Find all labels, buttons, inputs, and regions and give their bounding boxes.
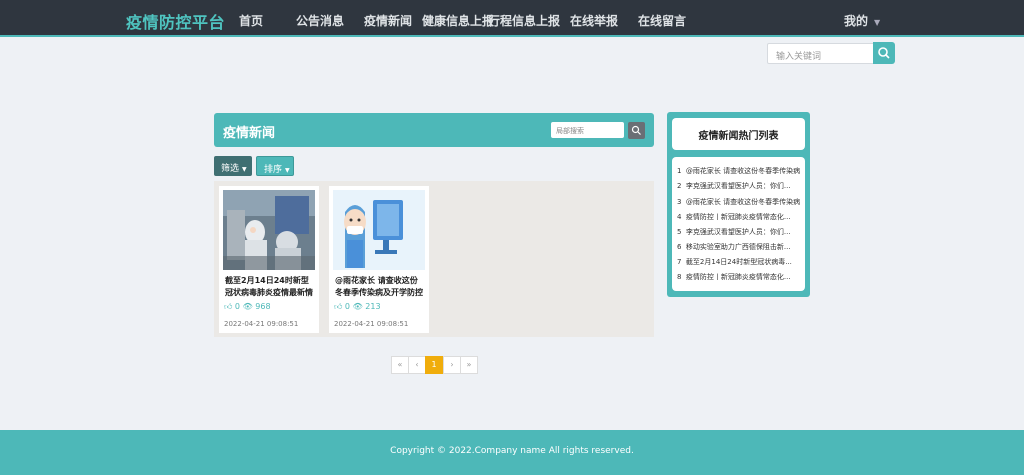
news-card[interactable]: 截至2月14日24时新型冠状病毒肺炎疫情最新情况 👍︎ 0 👁︎ 968 202… xyxy=(219,186,319,333)
hot-news-item[interactable]: 1 @雨花家长 请查收这份冬春季传染病 xyxy=(677,166,803,176)
sort-dropdown-button[interactable]: 排序 ▼ xyxy=(256,156,294,176)
news-card-date: 2022-04-21 09:08:51 xyxy=(334,320,409,328)
hot-item-number: 6 xyxy=(677,243,682,251)
pager-next[interactable]: › xyxy=(443,356,461,374)
hot-news-item[interactable]: 2 李克强武汉看望医护人员：你们... xyxy=(677,181,803,191)
thumbs-up-icon[interactable]: 👍︎ xyxy=(334,302,342,311)
search-icon xyxy=(878,47,890,59)
hot-item-text: @雨花家长 请查收这份冬春季传染病 xyxy=(685,198,801,206)
hot-item-number: 2 xyxy=(677,182,682,190)
copyright-text: Copyright © 2022.Company name All rights… xyxy=(390,446,634,456)
hot-item-text: @雨花家长 请查收这份冬春季传染病 xyxy=(685,167,801,175)
like-count: 0 xyxy=(344,302,351,311)
caret-down-icon: ▼ xyxy=(285,167,290,174)
eye-icon: 👁︎ xyxy=(352,302,363,311)
nav-item-health-report[interactable]: 健康信息上报 xyxy=(422,12,494,29)
local-search-input[interactable]: 局部搜索 xyxy=(551,122,624,138)
caret-down-icon: ▼ xyxy=(874,18,881,27)
filter-label: 筛选 xyxy=(221,164,240,174)
news-card-stats: 👍︎ 0 👁︎ 213 xyxy=(334,302,381,312)
hot-item-number: 3 xyxy=(677,198,682,206)
pager-first[interactable]: « xyxy=(391,356,409,374)
hot-news-item[interactable]: 8 疫情防控丨新冠肺炎疫情常态化... xyxy=(677,272,803,282)
hot-news-panel: 疫情新闻热门列表 1 @雨花家长 请查收这份冬春季传染病 2 李克强武汉看望医护… xyxy=(667,112,810,297)
hot-item-text: 疫情防控丨新冠肺炎疫情常态化... xyxy=(685,273,791,281)
hot-item-text: 李克强武汉看望医护人员：你们... xyxy=(685,228,791,236)
view-count: 968 xyxy=(255,302,271,311)
thumbs-up-icon[interactable]: 👍︎ xyxy=(224,302,232,311)
like-count: 0 xyxy=(234,302,241,311)
nav-item-message[interactable]: 在线留言 xyxy=(638,12,686,29)
hot-news-item[interactable]: 7 截至2月14日24时新型冠状病毒... xyxy=(677,257,803,267)
hot-news-item[interactable]: 6 移动实验室助力广西德保阻击新... xyxy=(677,242,803,252)
caret-down-icon: ▼ xyxy=(242,166,247,173)
hot-news-title: 疫情新闻热门列表 xyxy=(698,131,779,142)
hot-item-number: 4 xyxy=(677,213,682,221)
my-menu[interactable]: 我的 ▼ xyxy=(844,12,880,29)
hot-news-item[interactable]: 3 @雨花家长 请查收这份冬春季传染病 xyxy=(677,197,803,207)
hot-news-list: 1 @雨花家长 请查收这份冬春季传染病 2 李克强武汉看望医护人员：你们... … xyxy=(672,157,805,291)
search-button[interactable] xyxy=(873,42,895,64)
hot-item-text: 截至2月14日24时新型冠状病毒... xyxy=(685,258,792,266)
local-search-button[interactable] xyxy=(628,122,645,139)
news-card[interactable]: @雨花家长 请查收这份冬春季传染病及开学防控 👍︎ 0 👁︎ 213 2022-… xyxy=(329,186,429,333)
news-thumbnail[interactable] xyxy=(333,190,425,270)
sort-label: 排序 xyxy=(264,165,283,175)
hot-item-number: 8 xyxy=(677,273,682,281)
view-count: 213 xyxy=(365,302,381,311)
nav-item-report[interactable]: 在线举报 xyxy=(570,12,618,29)
hot-news-item[interactable]: 4 疫情防控丨新冠肺炎疫情常态化... xyxy=(677,212,803,222)
pager-page-current[interactable]: 1 xyxy=(425,356,443,374)
eye-icon: 👁︎ xyxy=(242,302,253,311)
hot-item-number: 7 xyxy=(677,258,682,266)
filter-dropdown-button[interactable]: 筛选 ▼ xyxy=(214,156,252,176)
nav-item-home[interactable]: 首页 xyxy=(239,12,263,29)
hot-item-text: 疫情防控丨新冠肺炎疫情常态化... xyxy=(685,213,791,221)
news-thumbnail[interactable] xyxy=(223,190,315,270)
pager-last[interactable]: » xyxy=(460,356,478,374)
hot-item-text: 移动实验室助力广西德保阻击新... xyxy=(685,243,791,251)
nav-item-notices[interactable]: 公告消息 xyxy=(296,12,344,29)
search-input[interactable]: 输入关键词 xyxy=(767,43,874,64)
hot-item-number: 5 xyxy=(677,228,682,236)
brand-title[interactable]: 疫情防控平台 xyxy=(126,9,225,33)
hot-news-item[interactable]: 5 李克强武汉看望医护人员：你们... xyxy=(677,227,803,237)
top-navbar: 疫情防控平台 首页 公告消息 疫情新闻 健康信息上报 行程信息上报 在线举报 在… xyxy=(0,0,1024,37)
pager-prev[interactable]: ‹ xyxy=(408,356,426,374)
hot-item-text: 李克强武汉看望医护人员：你们... xyxy=(685,182,791,190)
footer: Copyright © 2022.Company name All rights… xyxy=(0,430,1024,475)
news-card-stats: 👍︎ 0 👁︎ 968 xyxy=(224,302,271,312)
news-section-title: 疫情新闻 xyxy=(223,126,276,141)
news-card-title[interactable]: 截至2月14日24时新型冠状病毒肺炎疫情最新情况 xyxy=(225,275,315,299)
my-menu-label: 我的 xyxy=(844,14,869,28)
nav-item-trip-report[interactable]: 行程信息上报 xyxy=(488,12,560,29)
news-card-title[interactable]: @雨花家长 请查收这份冬春季传染病及开学防控 xyxy=(335,275,425,299)
hot-item-number: 1 xyxy=(677,167,682,175)
news-card-date: 2022-04-21 09:08:51 xyxy=(224,320,299,328)
news-header: 疫情新闻 局部搜索 xyxy=(214,113,654,147)
search-icon xyxy=(631,125,641,135)
nav-item-news[interactable]: 疫情新闻 xyxy=(364,12,412,29)
hot-news-header: 疫情新闻热门列表 xyxy=(672,118,805,150)
